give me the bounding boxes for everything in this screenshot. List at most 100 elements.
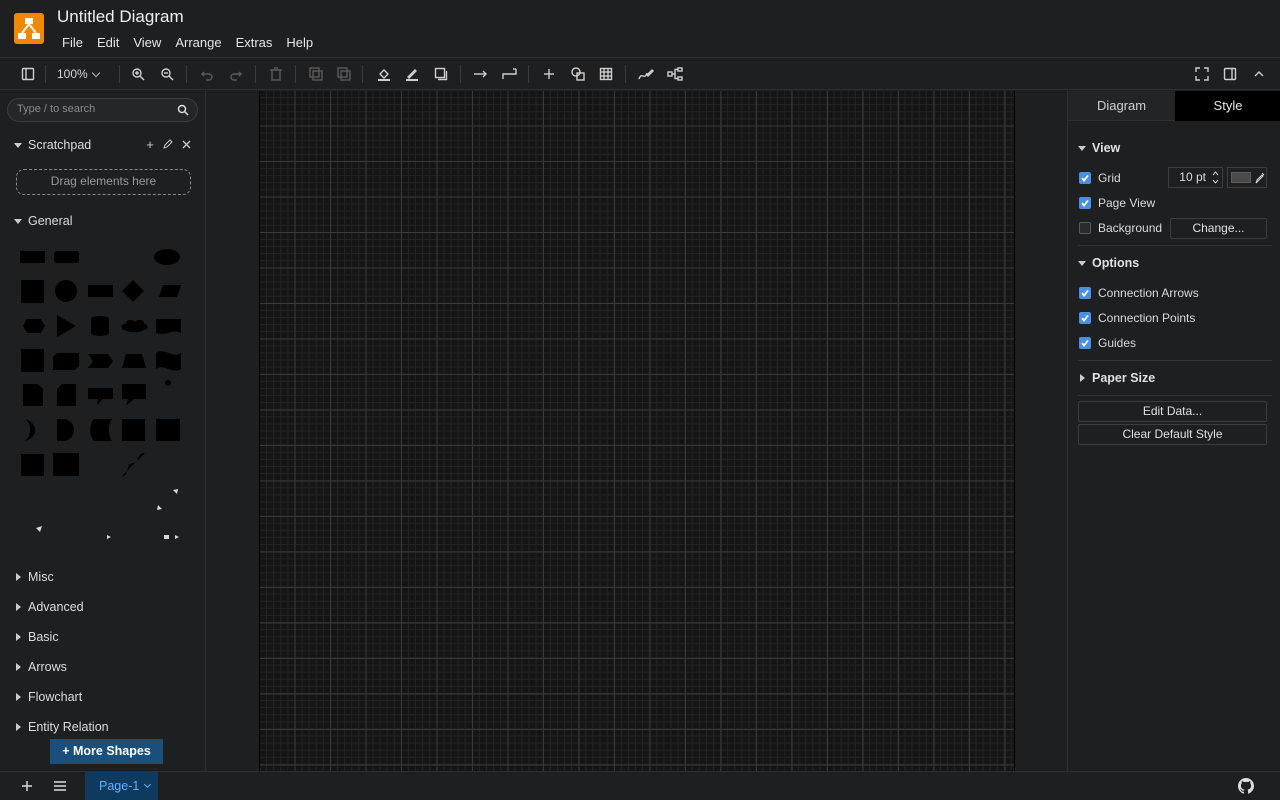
- parallelogram-shape[interactable]: [159, 285, 181, 297]
- redo-icon[interactable]: [226, 64, 246, 84]
- scratchpad-dropzone[interactable]: Drag elements here: [16, 169, 191, 195]
- shape-search-input[interactable]: [17, 103, 167, 115]
- or-shape[interactable]: [25, 419, 36, 441]
- waypoints-icon[interactable]: [500, 64, 520, 84]
- search-icon[interactable]: [177, 104, 189, 116]
- cube-shape[interactable]: [53, 353, 79, 370]
- layout-icon[interactable]: [665, 64, 685, 84]
- diagram-page[interactable]: [259, 91, 1015, 771]
- collapse-icon[interactable]: [1249, 64, 1269, 84]
- dotted-line-shape[interactable]: [89, 489, 111, 511]
- grid-checkbox[interactable]: [1079, 172, 1091, 184]
- actor-shape[interactable]: [162, 380, 174, 405]
- grid-color-picker[interactable]: [1227, 167, 1267, 188]
- menu-file[interactable]: File: [55, 33, 90, 52]
- pages-menu-icon[interactable]: [52, 778, 68, 794]
- document-shape[interactable]: [156, 319, 181, 335]
- guides-checkbox[interactable]: [1079, 337, 1091, 349]
- container-shape[interactable]: [122, 419, 145, 441]
- page-tab-page-1[interactable]: Page-1: [85, 772, 158, 800]
- background-checkbox[interactable]: [1079, 222, 1091, 234]
- menu-arrange[interactable]: Arrange: [168, 33, 228, 52]
- insert-icon[interactable]: [539, 64, 559, 84]
- scratchpad-header[interactable]: Scratchpad: [14, 138, 91, 152]
- view-section-header[interactable]: View: [1078, 141, 1120, 155]
- library-basic[interactable]: Basic: [14, 630, 59, 644]
- menu-view[interactable]: View: [126, 33, 168, 52]
- labeled-connector-shape[interactable]: [88, 535, 111, 539]
- arrow-shape[interactable]: [20, 488, 44, 512]
- table-icon[interactable]: [596, 64, 616, 84]
- connection-points-checkbox[interactable]: [1079, 312, 1091, 324]
- undo-icon[interactable]: [197, 64, 217, 84]
- rectangle-shape[interactable]: [20, 251, 45, 263]
- line-color-icon[interactable]: [402, 64, 422, 84]
- add-page-icon[interactable]: [19, 778, 35, 794]
- circle-shape[interactable]: [55, 280, 77, 302]
- library-arrows[interactable]: Arrows: [14, 660, 67, 674]
- textbox-shape[interactable]: [122, 251, 144, 261]
- delete-icon[interactable]: [266, 64, 286, 84]
- vertical-container-shape[interactable]: [21, 454, 44, 476]
- cylinder-shape[interactable]: [91, 316, 109, 336]
- close-icon[interactable]: [180, 138, 192, 150]
- connection-arrows-checkbox[interactable]: [1079, 287, 1091, 299]
- tab-diagram[interactable]: Diagram: [1068, 91, 1175, 121]
- process-shape[interactable]: [88, 285, 113, 297]
- swimlane-shape[interactable]: [156, 419, 180, 441]
- canvas-area[interactable]: [207, 91, 1067, 771]
- library-flowchart[interactable]: Flowchart: [14, 690, 82, 704]
- curve-shape[interactable]: [122, 453, 145, 476]
- internal-storage-shape[interactable]: [21, 349, 44, 372]
- rounded-rectangle-shape[interactable]: [54, 251, 79, 263]
- paper-size-section-header[interactable]: Paper Size: [1078, 371, 1155, 385]
- change-background-button[interactable]: Change...: [1170, 218, 1267, 239]
- format-panel-icon[interactable]: [1220, 64, 1240, 84]
- shapes-icon[interactable]: [568, 64, 588, 84]
- dashed-line-shape[interactable]: [55, 489, 77, 511]
- diamond-shape[interactable]: [122, 280, 144, 302]
- menu-extras[interactable]: Extras: [229, 33, 280, 52]
- fullscreen-icon[interactable]: [1192, 64, 1212, 84]
- bidirectional-arrow-shape[interactable]: [156, 452, 179, 477]
- callout-shape[interactable]: [88, 388, 113, 405]
- clear-default-style-button[interactable]: Clear Default Style: [1078, 424, 1267, 445]
- library-misc[interactable]: Misc: [14, 570, 54, 584]
- fill-color-icon[interactable]: [374, 64, 394, 84]
- ellipse-shape[interactable]: [154, 249, 180, 265]
- to-front-icon[interactable]: [306, 64, 326, 84]
- github-icon[interactable]: [1238, 778, 1254, 794]
- card-shape[interactable]: [57, 384, 76, 406]
- options-section-header[interactable]: Options: [1078, 256, 1139, 270]
- square-shape[interactable]: [21, 280, 44, 303]
- line-shape[interactable]: [122, 489, 144, 511]
- spinner-icon[interactable]: [1212, 170, 1219, 185]
- note-shape[interactable]: [23, 384, 43, 406]
- document-title[interactable]: Untitled Diagram: [57, 7, 184, 27]
- general-header[interactable]: General: [14, 214, 72, 228]
- trapezoid-shape[interactable]: [122, 354, 146, 368]
- more-shapes-button[interactable]: + More Shapes: [50, 739, 163, 764]
- toggle-sidebar-icon[interactable]: [18, 64, 38, 84]
- edit-data-button[interactable]: Edit Data...: [1078, 401, 1267, 422]
- grid-size-input[interactable]: 10 pt: [1168, 167, 1223, 188]
- list-shape[interactable]: [53, 453, 79, 476]
- menu-help[interactable]: Help: [279, 33, 320, 52]
- page-view-checkbox[interactable]: [1079, 197, 1091, 209]
- triangle-shape[interactable]: [57, 315, 76, 337]
- zoom-out-icon[interactable]: [157, 64, 177, 84]
- tab-style[interactable]: Style: [1175, 91, 1280, 121]
- directional-connector-shape[interactable]: [21, 526, 42, 547]
- freehand-icon[interactable]: [636, 64, 656, 84]
- edit-icon[interactable]: [162, 138, 174, 150]
- and-shape[interactable]: [57, 419, 74, 441]
- speech-bubble-shape[interactable]: [122, 384, 146, 406]
- zoom-in-icon[interactable]: [128, 64, 148, 84]
- step-shape[interactable]: [88, 354, 113, 368]
- library-entity-relation[interactable]: Entity Relation: [14, 720, 109, 734]
- zoom-dropdown[interactable]: 100%: [57, 64, 100, 84]
- relation-connector-shape[interactable]: [156, 535, 179, 539]
- double-arrow-line-shape[interactable]: [157, 489, 178, 510]
- tape-shape[interactable]: [156, 351, 181, 371]
- cloud-shape[interactable]: [121, 319, 148, 333]
